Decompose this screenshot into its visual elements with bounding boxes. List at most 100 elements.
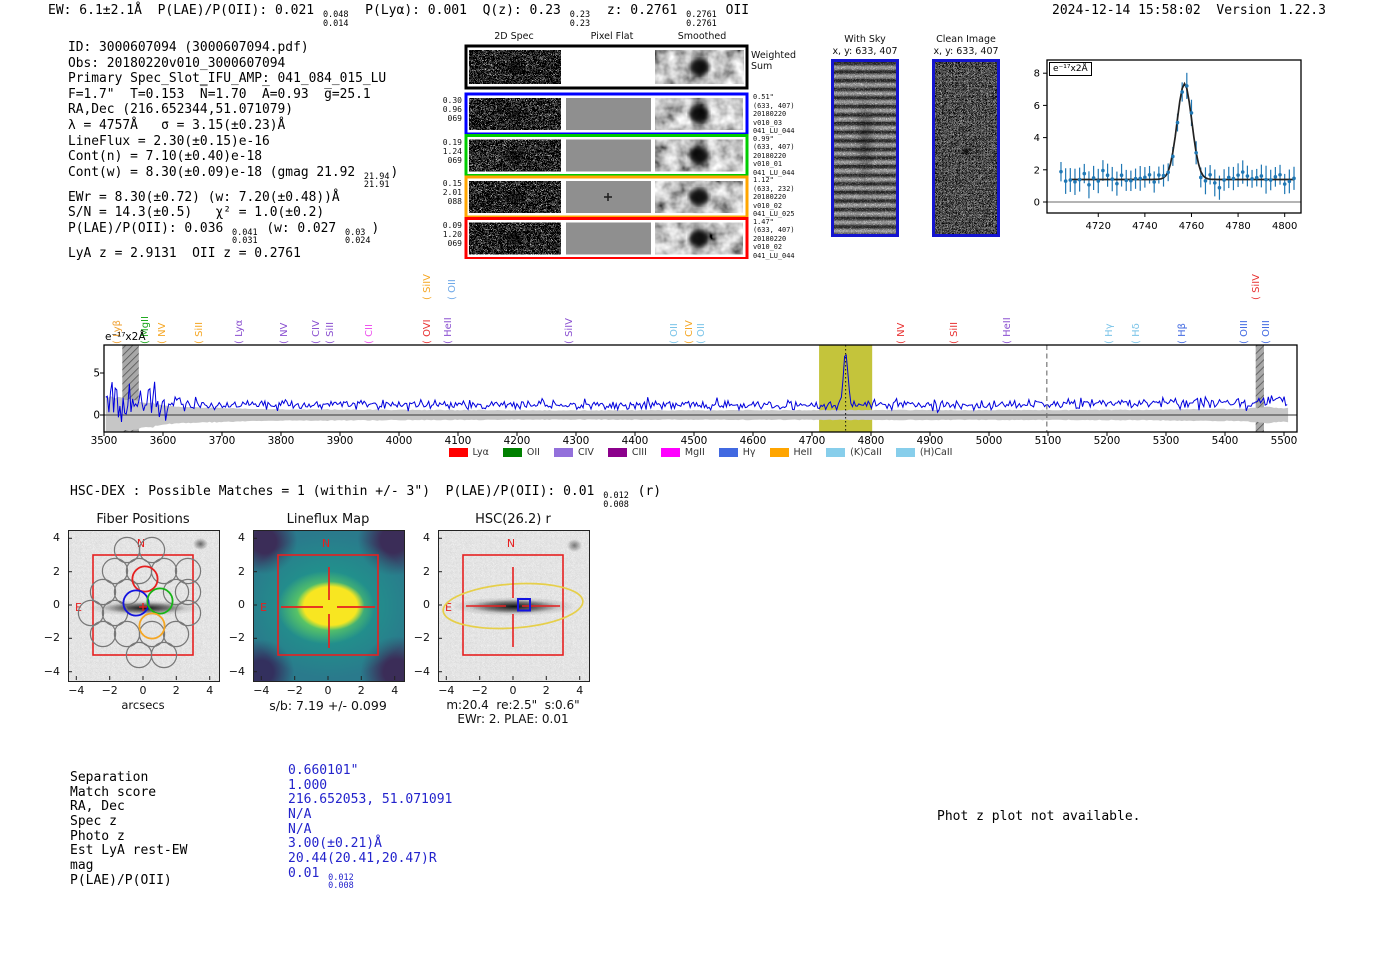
x-tick-label: 3800 bbox=[268, 435, 295, 447]
legend-item-lyα: Lyα bbox=[448, 447, 489, 458]
line-legend: Lyα OII CIV CIII MgII Hγ HeII (K)CaII (H)CaII bbox=[104, 447, 1297, 458]
x-tick-label: 4600 bbox=[740, 435, 767, 447]
table-row-label: Photo z bbox=[70, 828, 125, 844]
data-point bbox=[1189, 111, 1194, 115]
data-point bbox=[1198, 175, 1203, 180]
data-point bbox=[1273, 175, 1278, 179]
version-label: Version 1.22.3 bbox=[1216, 3, 1326, 18]
x-tick-label: 3900 bbox=[327, 435, 354, 447]
detection-info-block: ID: 3000607094 (3000607094.pdf) Obs: 2018… bbox=[68, 40, 398, 262]
smoothed-source bbox=[689, 106, 709, 122]
legend-label: CIII bbox=[631, 447, 647, 458]
table-row-value: N/A bbox=[288, 807, 312, 823]
extraction-box bbox=[277, 554, 379, 656]
hsc-match-summary: HSC-DEX : Possible Matches = 1 (within +… bbox=[70, 484, 662, 510]
legend-swatch bbox=[607, 448, 627, 457]
data-point bbox=[1231, 176, 1236, 181]
legend-swatch bbox=[553, 448, 573, 457]
legend-label: OII bbox=[526, 447, 540, 458]
fiber-xlabel: arcsecs bbox=[121, 698, 165, 712]
data-point bbox=[1254, 175, 1259, 180]
x-tick-label: 2 bbox=[542, 684, 550, 697]
x-tick-label: 4400 bbox=[622, 435, 649, 447]
compass-north: N bbox=[322, 537, 330, 550]
legend-label: HeII bbox=[793, 447, 813, 458]
legend-swatch bbox=[895, 448, 915, 457]
spectral-line-labels: ( Lyβ( MgII( NV( SiII( Lyα( NV( CIV( SiI… bbox=[0, 258, 1400, 344]
x-tick-label: 4720 bbox=[1086, 221, 1111, 232]
line-label-siiv: ( SiIV bbox=[1250, 274, 1262, 300]
2d-spec-grid bbox=[464, 44, 749, 259]
source-smudge bbox=[506, 149, 524, 162]
stacked-uncertainty: 0.048 0.014 bbox=[322, 11, 350, 28]
x-tick-label: 5500 bbox=[1271, 435, 1298, 447]
clean-source-spot bbox=[935, 62, 997, 234]
data-point bbox=[1119, 173, 1124, 178]
meta-line: v010_02 bbox=[753, 201, 783, 210]
legend-label: (K)CaII bbox=[850, 447, 882, 458]
x-tick-label: 0 bbox=[139, 684, 147, 697]
x-tick-label: −4 bbox=[438, 684, 455, 697]
x-tick-label: 0 bbox=[509, 684, 517, 697]
legend-item-hcaii: (H)CaII bbox=[895, 447, 952, 458]
x-tick-label: −4 bbox=[253, 684, 270, 697]
info-line-7: Cont(n) = 7.10(±0.40)e-18 bbox=[68, 149, 263, 165]
pixel-flat-cell bbox=[566, 98, 651, 130]
source-smudge bbox=[506, 108, 524, 120]
source-smudge bbox=[506, 191, 524, 203]
x-tick-label: 4100 bbox=[445, 435, 472, 447]
meta-line: (633, 407) bbox=[753, 226, 795, 235]
data-point bbox=[1157, 173, 1161, 177]
row-weights-1: 0.19 1.24 069 bbox=[441, 138, 462, 166]
y-tick-label: 0 bbox=[53, 598, 60, 611]
y-tick-label: 4 bbox=[423, 531, 430, 545]
data-point bbox=[1212, 181, 1217, 185]
table-row: P(LAE)/P(OII) 0.01 0.012 0.008 bbox=[70, 866, 452, 891]
table-row-value: N/A bbox=[288, 821, 312, 837]
x-tick-label: 4500 bbox=[681, 435, 708, 447]
smoothed-source bbox=[689, 59, 710, 75]
weight-line: 0.96 bbox=[442, 105, 462, 115]
x-tick-label: 3700 bbox=[209, 435, 236, 447]
data-point bbox=[1133, 176, 1138, 181]
row-meta-2: 1.12" (633, 232) 20180220 v010_02 041_LU_025 bbox=[753, 176, 813, 219]
stacked-uncertainty: 21.94 21.91 bbox=[363, 173, 391, 190]
legend-swatch bbox=[718, 448, 738, 457]
x-tick-label: 4800 bbox=[1272, 221, 1297, 232]
data-point bbox=[1115, 181, 1119, 186]
data-point bbox=[1180, 90, 1184, 94]
y-tick-label: 2 bbox=[238, 564, 245, 578]
table-row-value: 0.01 0.012 0.008 bbox=[288, 865, 354, 892]
x-tick-label: 4 bbox=[206, 684, 214, 697]
table-row-label: Spec z bbox=[70, 814, 117, 830]
table-row-label: Est LyA rest-EW bbox=[70, 843, 188, 859]
info-line-3: F=1.7" T=0.153 N̅=1.70 A̅=0.93 g̅=25.1 bbox=[68, 86, 371, 102]
legend-item-hγ: Hγ bbox=[718, 447, 756, 458]
legend-item-heii: HeII bbox=[769, 447, 813, 458]
data-point bbox=[1105, 173, 1110, 177]
sub-value: 0.008 bbox=[328, 881, 354, 892]
data-point bbox=[1250, 177, 1254, 181]
data-point bbox=[1194, 150, 1198, 155]
y-tick-label: 0 bbox=[423, 598, 430, 611]
source-smudge bbox=[506, 61, 524, 73]
table-row-value: 3.00(±0.21)Å bbox=[288, 836, 382, 852]
stacked-uncertainty: 0.012 0.008 bbox=[602, 492, 630, 509]
y-tick-label: 2 bbox=[1034, 165, 1040, 176]
x-tick-label: 4800 bbox=[858, 435, 885, 447]
legend-label: CIV bbox=[577, 447, 594, 458]
y-tick-label: −4 bbox=[228, 664, 245, 678]
weight-line: 069 bbox=[447, 155, 462, 165]
legend-swatch bbox=[769, 448, 789, 457]
clean-image-title-text: Clean Image bbox=[936, 34, 996, 45]
data-point bbox=[1282, 182, 1287, 186]
line-label-oii: ( OII bbox=[447, 279, 459, 300]
data-point bbox=[1152, 180, 1156, 184]
smoothed-source bbox=[689, 189, 709, 205]
data-point bbox=[1203, 179, 1208, 183]
y-tick-label: 4 bbox=[238, 531, 245, 545]
data-point bbox=[1129, 179, 1133, 183]
compass-east: E bbox=[260, 601, 267, 614]
meta-line: v010_03 bbox=[753, 118, 783, 127]
data-point bbox=[1147, 172, 1152, 177]
